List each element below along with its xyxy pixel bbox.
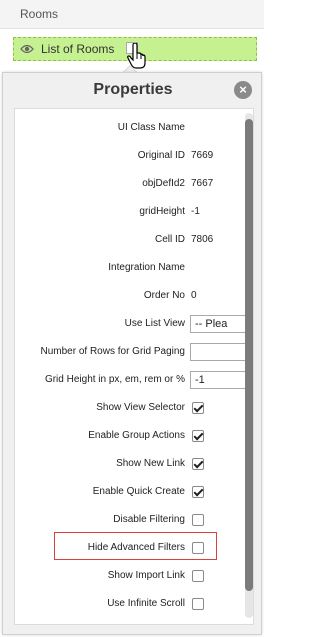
list-of-rooms-label: List of Rooms xyxy=(41,42,115,56)
property-row: Integration Name xyxy=(15,259,253,279)
property-label: Show Import Link xyxy=(107,570,185,581)
property-value: 7667 xyxy=(191,178,214,189)
close-button[interactable]: × xyxy=(234,81,252,99)
property-row: Original ID 7669 xyxy=(15,147,253,167)
property-row: Order No 0 xyxy=(15,287,253,307)
property-checkbox[interactable] xyxy=(192,430,204,442)
property-row: Hide Advanced Filters xyxy=(15,539,253,559)
property-value: 0 xyxy=(191,290,197,301)
property-label: Integration Name xyxy=(108,262,185,273)
close-icon: × xyxy=(239,82,247,97)
property-row: objDefId2 7667 xyxy=(15,175,253,195)
property-label: Original ID xyxy=(137,150,185,161)
property-checkbox[interactable] xyxy=(192,570,204,582)
property-value: 7669 xyxy=(191,150,214,161)
property-checkbox[interactable] xyxy=(192,486,204,498)
scrollbar-thumb[interactable] xyxy=(245,119,253,591)
property-label: Number of Rows for Grid Paging xyxy=(40,346,185,357)
header-bar: Rooms xyxy=(0,0,264,29)
property-row: Disable Filtering xyxy=(15,511,253,531)
section-title: Rooms xyxy=(20,7,59,21)
property-label: Cell ID xyxy=(154,234,185,245)
property-checkbox[interactable] xyxy=(192,458,204,470)
property-row: Enable Group Actions xyxy=(15,427,253,447)
property-row: Show New Link xyxy=(15,455,253,475)
properties-panel: Properties × UI Class Name Original ID 766… xyxy=(2,72,262,635)
property-label: Use List View xyxy=(124,318,185,329)
property-checkbox[interactable] xyxy=(192,542,204,554)
scrollbar[interactable] xyxy=(245,113,253,618)
property-label: gridHeight xyxy=(139,206,185,217)
property-label: Show View Selector xyxy=(96,402,185,413)
property-label: Enable Quick Create xyxy=(92,486,185,497)
property-label: Order No xyxy=(143,290,185,301)
property-row: gridHeight -1 xyxy=(15,203,253,223)
property-label: Enable Group Actions xyxy=(88,430,185,441)
property-row: Use Infinite Scroll xyxy=(15,595,253,615)
property-row: Show Import Link xyxy=(15,567,253,587)
eye-icon[interactable] xyxy=(20,43,34,55)
property-checkbox[interactable] xyxy=(192,402,204,414)
property-label: Hide Advanced Filters xyxy=(87,542,185,553)
property-row: Number of Rows for Grid Paging xyxy=(15,343,253,363)
property-label: Grid Height in px, em, rem or % xyxy=(44,374,185,385)
properties-list[interactable]: UI Class Name Original ID 7669 objDefId2 766… xyxy=(14,108,254,625)
property-label: Show New Link xyxy=(116,458,185,469)
panel-title: Properties xyxy=(93,81,173,98)
property-row: Cell ID 7806 xyxy=(15,231,253,251)
property-row: UI Class Name xyxy=(15,119,253,139)
property-label: Disable Filtering xyxy=(113,514,185,525)
property-label: Use Infinite Scroll xyxy=(107,598,185,609)
property-checkbox[interactable] xyxy=(192,598,204,610)
property-checkbox[interactable] xyxy=(192,514,204,526)
property-row: Enable Quick Create xyxy=(15,483,253,503)
property-row: Grid Height in px, em, rem or % -1 xyxy=(15,371,253,391)
property-row: Use List View -- Plea xyxy=(15,315,253,335)
property-value: -1 xyxy=(191,206,200,217)
property-row: Show View Selector xyxy=(15,399,253,419)
property-label: UI Class Name xyxy=(117,122,185,133)
property-label: objDefId2 xyxy=(142,178,185,189)
property-value: 7806 xyxy=(191,234,214,245)
